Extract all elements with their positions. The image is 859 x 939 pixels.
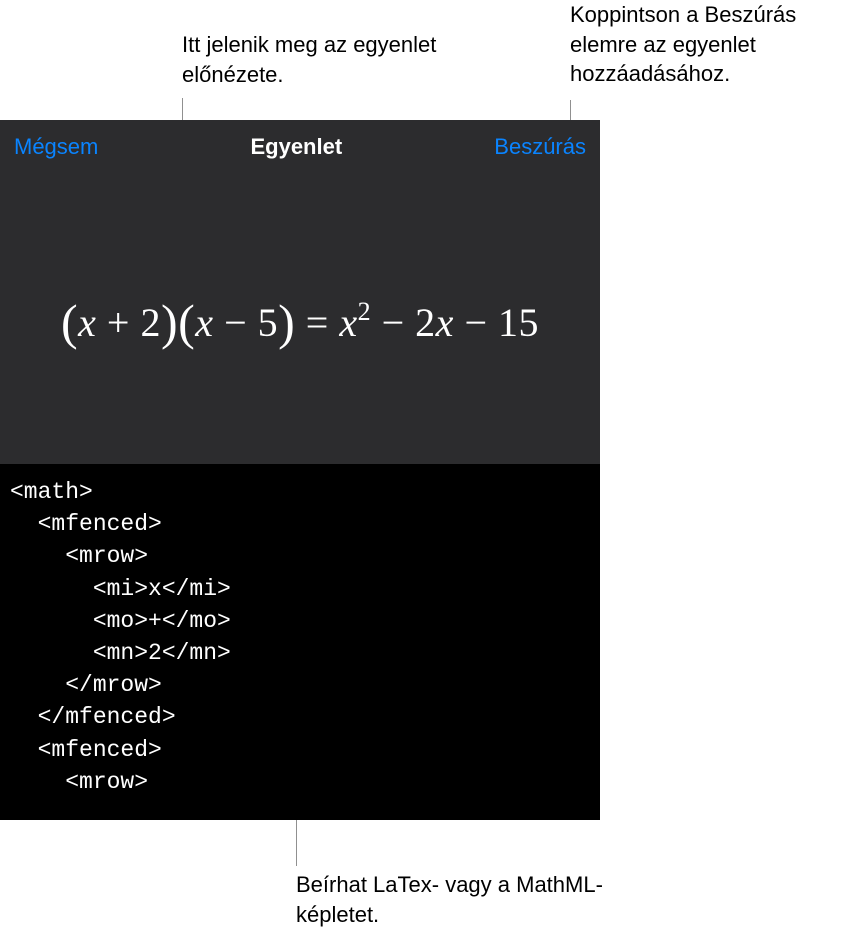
- equation-editor-panel: Mégsem Egyenlet Beszúrás (x + 2)(x − 5) …: [0, 120, 600, 820]
- callout-insert: Koppintson a Beszúrás elemre az egyenlet…: [570, 0, 859, 89]
- eq-op: −: [224, 300, 247, 345]
- cancel-button[interactable]: Mégsem: [14, 134, 98, 160]
- equation-source-input[interactable]: <math> <mfenced> <mrow> <mi>x</mi> <mo>+…: [0, 464, 600, 820]
- eq-var: x: [436, 300, 454, 345]
- eq-var: x: [78, 300, 96, 345]
- eq-exponent: 2: [358, 297, 372, 326]
- eq-num: 5: [258, 300, 279, 345]
- eq-op: −: [382, 300, 405, 345]
- eq-var: x: [339, 300, 357, 345]
- eq-num: 2: [140, 300, 161, 345]
- callout-preview: Itt jelenik meg az egyenlet előnézete.: [182, 30, 482, 89]
- open-paren-icon: (: [61, 294, 78, 350]
- titlebar: Mégsem Egyenlet Beszúrás: [0, 120, 600, 174]
- equation-preview: (x + 2)(x − 5) = x2 − 2x − 15: [0, 174, 600, 464]
- equation-rendered: (x + 2)(x − 5) = x2 − 2x − 15: [61, 290, 539, 348]
- close-paren-icon: ): [278, 294, 295, 350]
- eq-coef: 2: [415, 300, 436, 345]
- eq-num: 15: [498, 300, 539, 345]
- open-paren-icon: (: [178, 294, 195, 350]
- callout-input: Beírhat LaTex- vagy a MathML-képletet.: [296, 870, 646, 929]
- insert-button[interactable]: Beszúrás: [494, 134, 586, 160]
- eq-var: x: [195, 300, 213, 345]
- eq-op: −: [464, 300, 487, 345]
- eq-equals: =: [306, 300, 329, 345]
- close-paren-icon: ): [161, 294, 178, 350]
- panel-title: Egyenlet: [250, 134, 342, 160]
- eq-op: +: [107, 300, 130, 345]
